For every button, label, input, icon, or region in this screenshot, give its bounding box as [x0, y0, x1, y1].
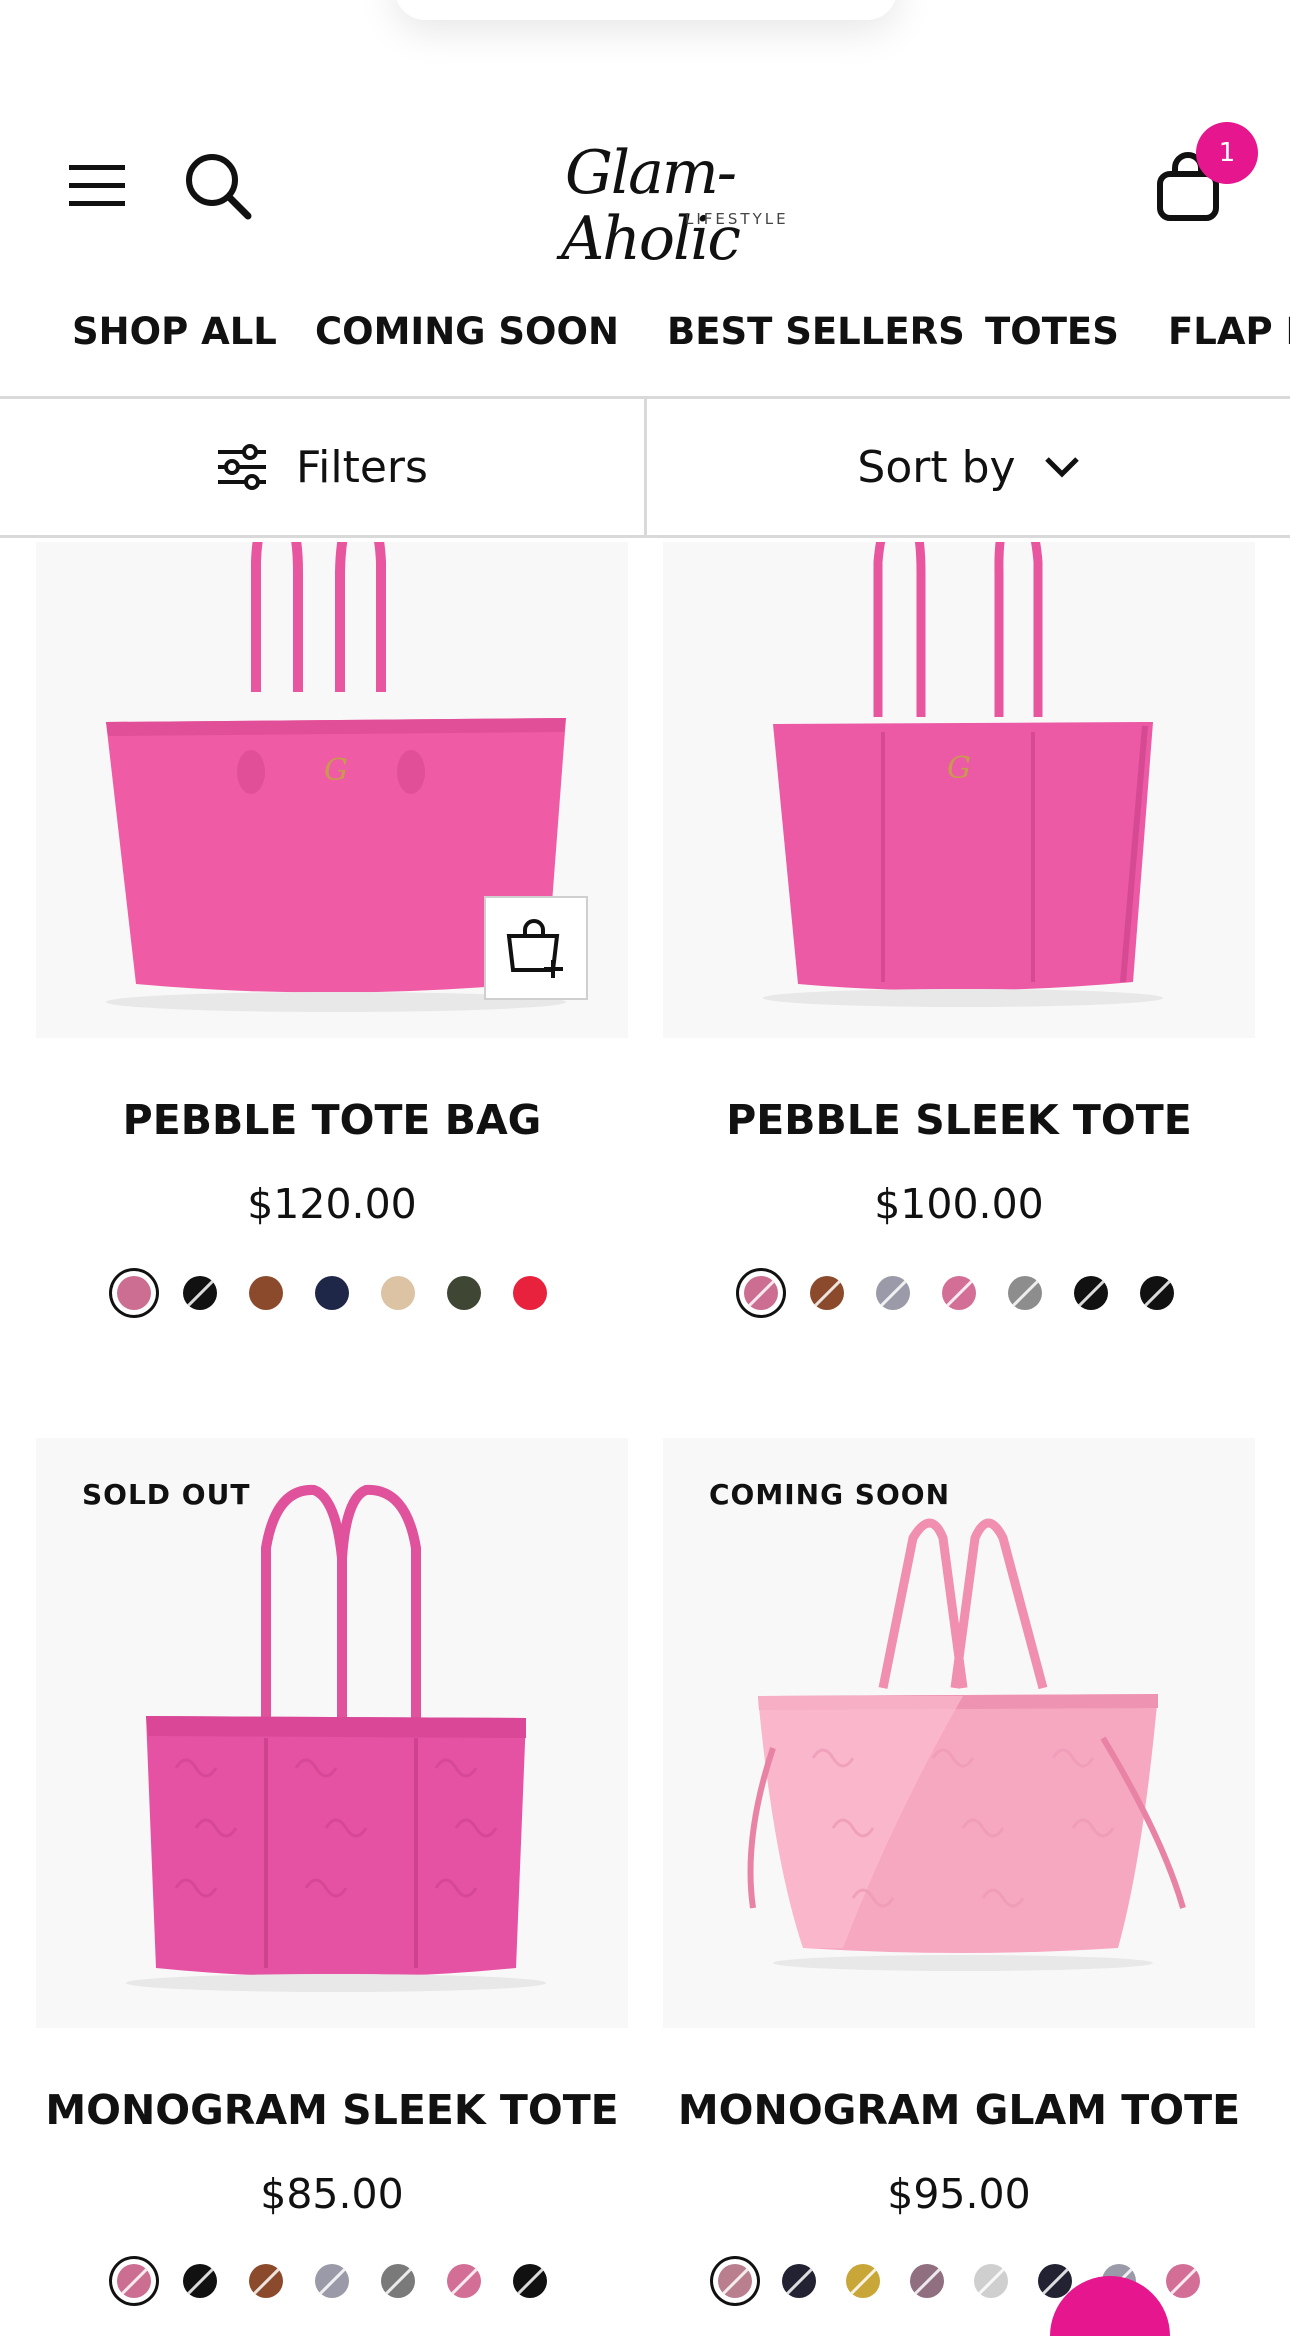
filter-sort-toolbar: Filters Sort by	[0, 396, 1290, 538]
swatch[interactable]	[513, 1276, 547, 1310]
product-price: $100.00	[874, 1180, 1044, 1228]
top-overlay-pill	[395, 0, 897, 20]
filters-button[interactable]: Filters	[0, 399, 644, 535]
swatch[interactable]	[782, 2264, 816, 2298]
sold-out-badge: SOLD OUT	[82, 1478, 251, 1511]
nav-totes[interactable]: TOTES	[985, 310, 1119, 353]
swatch[interactable]	[1074, 1276, 1108, 1310]
menu-button[interactable]	[62, 150, 134, 222]
brand-logo[interactable]: Glam-Aholic LIFESTYLE	[505, 140, 795, 272]
swatch[interactable]	[718, 2264, 752, 2298]
swatch[interactable]	[249, 1276, 283, 1310]
product-image[interactable]: SOLD OUT	[36, 1438, 628, 2028]
swatch[interactable]	[744, 1276, 778, 1310]
swatch[interactable]	[183, 2264, 217, 2298]
swatch[interactable]	[117, 2264, 151, 2298]
product-image[interactable]: G	[36, 542, 628, 1038]
color-swatches	[663, 1276, 1255, 1310]
logo-script-text: Glam-Aholic	[560, 138, 741, 274]
svg-text:G: G	[324, 753, 348, 788]
swatch[interactable]	[1008, 1276, 1042, 1310]
swatch[interactable]	[447, 2264, 481, 2298]
product-image[interactable]: COMING SOON	[663, 1438, 1255, 2028]
coming-soon-badge: COMING SOON	[709, 1478, 951, 1511]
monogram-sleek-tote-illustration	[126, 1484, 546, 1992]
swatch[interactable]	[249, 2264, 283, 2298]
product-title[interactable]: PEBBLE SLEEK TOTE	[663, 1096, 1255, 1144]
svg-text:G: G	[947, 751, 971, 786]
category-nav: SHOP ALL COMING SOON BEST SELLERS TOTES …	[0, 290, 1290, 386]
search-icon	[186, 154, 252, 220]
swatch[interactable]	[117, 1276, 151, 1310]
product-price: $85.00	[260, 2170, 404, 2218]
nav-shop-all[interactable]: SHOP ALL	[72, 310, 277, 353]
swatch[interactable]	[315, 1276, 349, 1310]
color-swatches	[36, 1276, 628, 1310]
logo-subtext: LIFESTYLE	[685, 210, 789, 228]
nav-flap-bags[interactable]: FLAP B	[1168, 310, 1290, 353]
cart-count-badge: 1	[1196, 122, 1258, 184]
swatch[interactable]	[381, 2264, 415, 2298]
swatch[interactable]	[447, 1276, 481, 1310]
swatch[interactable]	[1166, 2264, 1200, 2298]
swatch[interactable]	[1140, 1276, 1174, 1310]
sort-label: Sort by	[857, 441, 1016, 493]
quick-add-button[interactable]	[484, 896, 588, 1000]
swatch[interactable]	[183, 1276, 217, 1310]
sliders-icon	[218, 444, 267, 490]
product-title[interactable]: PEBBLE TOTE BAG	[36, 1096, 628, 1144]
product-title[interactable]: MONOGRAM GLAM TOTE	[663, 2086, 1255, 2134]
swatch[interactable]	[942, 1276, 976, 1310]
nav-best-sellers[interactable]: BEST SELLERS	[667, 310, 965, 353]
product-price: $95.00	[887, 2170, 1031, 2218]
swatch[interactable]	[974, 2264, 1008, 2298]
bag-add-icon	[506, 919, 563, 978]
swatch[interactable]	[846, 2264, 880, 2298]
pink-sleek-tote-illustration: G	[763, 542, 1163, 1007]
filters-label: Filters	[296, 441, 428, 493]
swatch[interactable]	[810, 1276, 844, 1310]
product-price: $120.00	[247, 1180, 417, 1228]
chevron-down-icon	[1044, 457, 1079, 478]
sort-by-button[interactable]: Sort by	[647, 399, 1290, 535]
color-swatches	[663, 2264, 1255, 2298]
product-title[interactable]: MONOGRAM SLEEK TOTE	[36, 2086, 628, 2134]
swatch[interactable]	[910, 2264, 944, 2298]
search-button[interactable]	[178, 146, 258, 226]
site-header: Glam-Aholic LIFESTYLE 1	[0, 110, 1290, 272]
swatch[interactable]	[513, 2264, 547, 2298]
nav-coming-soon[interactable]: COMING SOON	[315, 310, 619, 353]
product-image[interactable]: G	[663, 542, 1255, 1038]
swatch[interactable]	[876, 1276, 910, 1310]
swatch[interactable]	[381, 1276, 415, 1310]
swatch[interactable]	[315, 2264, 349, 2298]
monogram-glam-tote-illustration	[747, 1518, 1186, 1971]
color-swatches	[36, 2264, 628, 2298]
hamburger-menu-icon	[69, 165, 125, 206]
